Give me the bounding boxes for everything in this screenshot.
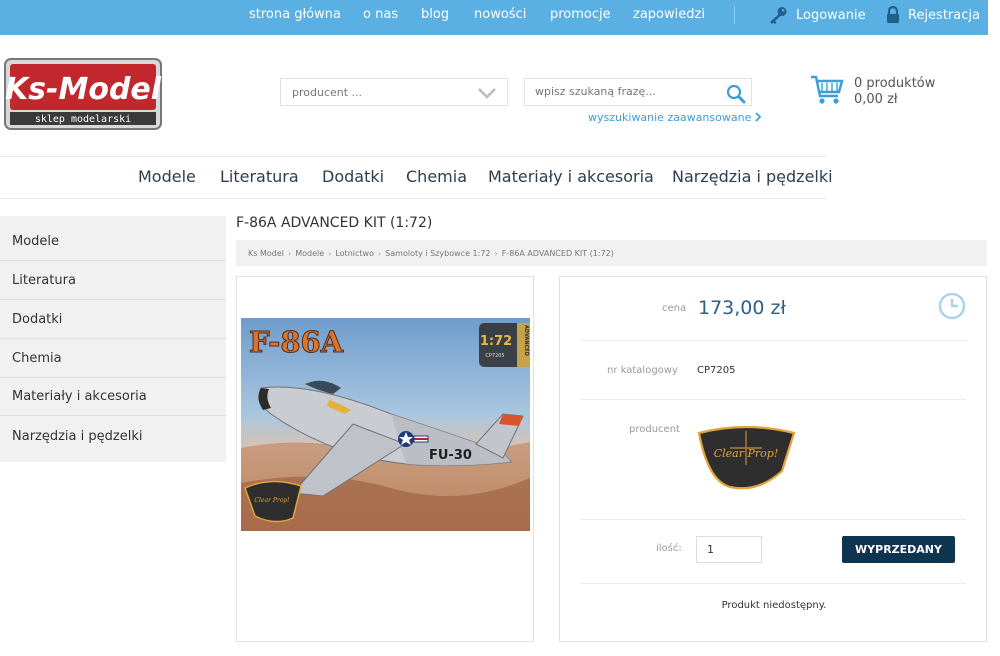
breadcrumb-item[interactable]: Modele — [295, 249, 324, 258]
top-nav-about[interactable]: o nas — [363, 7, 398, 22]
main-nav-materials[interactable]: Materiały i akcesoria — [488, 167, 654, 186]
chevron-down-icon — [478, 88, 496, 99]
clock-icon — [938, 292, 966, 320]
logo-name-text: Ks-Model — [5, 72, 162, 107]
top-nav-home[interactable]: strona główna — [249, 7, 341, 22]
divider — [580, 340, 966, 341]
main-nav-chemistry[interactable]: Chemia — [406, 167, 467, 186]
producer-label: producent — [629, 424, 680, 435]
box-art-catalog: CP7205 — [485, 353, 504, 359]
sidebar-item-chemistry[interactable]: Chemia — [0, 340, 226, 378]
catalog-number: CP7205 — [697, 365, 736, 376]
page-title: F-86A ADVANCED KIT (1:72) — [236, 215, 433, 231]
availability-status: Produkt niedostępny. — [721, 600, 827, 611]
breadcrumb: Ks Model › Modele › Lotnictwo › Samoloty… — [236, 240, 987, 266]
top-nav-upcoming[interactable]: zapowiedzi — [633, 7, 705, 22]
top-nav-new[interactable]: nowości — [474, 7, 526, 22]
login-label: Logowanie — [796, 7, 866, 23]
box-art-scale: 1:72 — [480, 334, 512, 349]
lock-icon — [887, 6, 899, 23]
product-box-art-image[interactable]: F-86A 1:72 CP7205 ADVANCED FU-30 Clear P… — [241, 318, 530, 531]
cart-total[interactable]: 0,00 zł — [854, 92, 898, 107]
main-nav-tools[interactable]: Narzędzia i pędzelki — [672, 167, 833, 186]
box-art-title: F-86A — [249, 325, 344, 359]
producer-select[interactable]: producent ... — [280, 78, 508, 106]
cart-icon[interactable] — [810, 74, 844, 106]
search-input[interactable] — [535, 85, 715, 98]
sidebar-item-literature[interactable]: Literatura — [0, 262, 226, 300]
breadcrumb-separator: › — [377, 248, 382, 258]
producer-logo[interactable]: Clear Prop! — [696, 425, 796, 495]
producer-logo-text: Clear Prop! — [714, 447, 779, 460]
sidebar-item-models[interactable]: Modele — [0, 223, 226, 261]
search-box — [524, 78, 752, 106]
sidebar-item-extras[interactable]: Dodatki — [0, 301, 226, 339]
sidebar-item-tools[interactable]: Narzędzia i pędzelki — [0, 417, 226, 455]
sidebar-item-materials[interactable]: Materiały i akcesoria — [0, 378, 226, 416]
chevron-right-icon — [755, 112, 762, 122]
breadcrumb-item[interactable]: Lotnictwo — [335, 249, 374, 258]
box-art-maker: Clear Prop! — [254, 497, 290, 504]
cart-count[interactable]: 0 produktów — [854, 76, 935, 91]
producer-select-value: producent ... — [292, 86, 363, 99]
key-icon — [770, 7, 787, 24]
register-label: Rejestracja — [908, 7, 980, 23]
main-nav-models[interactable]: Modele — [138, 167, 196, 186]
login-link[interactable]: Logowanie — [768, 6, 866, 24]
main-nav-extras[interactable]: Dodatki — [322, 167, 384, 186]
quantity-label: ilość: — [656, 543, 682, 554]
breadcrumb-item[interactable]: Ks Model — [248, 249, 284, 258]
breadcrumb-separator: › — [328, 248, 332, 258]
divider — [580, 399, 966, 400]
product-image-panel: F-86A 1:72 CP7205 ADVANCED FU-30 Clear P… — [236, 276, 534, 642]
main-nav-literature[interactable]: Literatura — [220, 167, 299, 186]
ks-model-logo-image: Ks-Model sklep modelarski — [4, 58, 162, 130]
category-sidebar: Modele Literatura Dodatki Chemia Materia… — [0, 216, 226, 462]
product-info-panel: cena 173,00 zł nr katalogowy CP7205 prod… — [559, 276, 987, 642]
site-logo[interactable]: Ks-Model sklep modelarski — [4, 58, 162, 130]
main-nav-top-border — [0, 156, 826, 157]
box-art-series: ADVANCED — [523, 325, 529, 356]
product-price: 173,00 zł — [698, 297, 786, 319]
breadcrumb-separator: › — [287, 248, 292, 258]
breadcrumb-item[interactable]: Samoloty i Szybowce 1:72 — [385, 249, 490, 258]
logo-tagline-text: sklep modelarski — [35, 114, 131, 125]
advanced-search-label: wyszukiwanie zaawansowane — [588, 111, 752, 124]
breadcrumb-separator: › — [494, 248, 498, 258]
divider — [580, 583, 966, 584]
breadcrumb-current: F-86A ADVANCED KIT (1:72) — [501, 248, 614, 258]
advanced-search-link[interactable]: wyszukiwanie zaawansowane — [588, 111, 762, 124]
top-nav-promotions[interactable]: promocje — [550, 7, 611, 22]
sold-out-button[interactable]: WYPRZEDANY — [842, 536, 955, 563]
main-nav-bottom-border — [0, 198, 826, 199]
top-bar: strona główna o nas blog nowości promocj… — [0, 0, 988, 35]
register-link[interactable]: Rejestracja — [886, 6, 980, 24]
search-icon[interactable] — [725, 83, 747, 105]
top-divider — [734, 6, 735, 24]
catalog-number-label: nr katalogowy — [607, 365, 678, 376]
price-label: cena — [662, 303, 687, 314]
quantity-input[interactable] — [696, 536, 762, 563]
top-nav-blog[interactable]: blog — [421, 7, 449, 22]
box-art-tail-code: FU-30 — [429, 448, 472, 463]
divider — [580, 519, 966, 520]
